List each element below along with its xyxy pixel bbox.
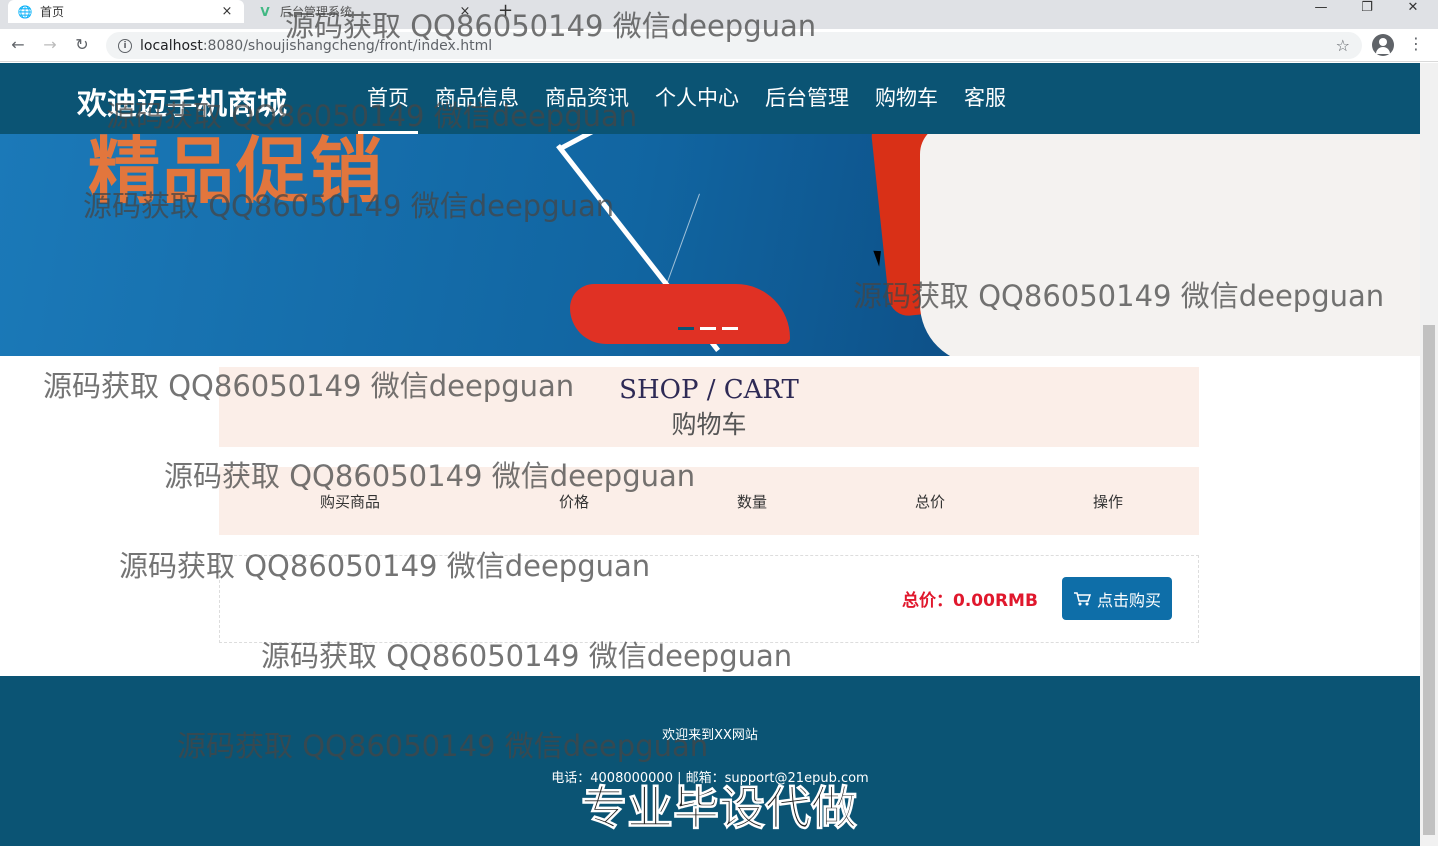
tab-title: 首页 bbox=[40, 5, 65, 19]
cart-table-header: 购买商品 价格 数量 总价 操作 bbox=[219, 467, 1199, 535]
browser-toolbar: ← → ↻ i localhost:8080/shoujishangcheng/… bbox=[0, 29, 1438, 62]
promo-banner[interactable]: 精品促销 bbox=[0, 134, 1420, 356]
carousel-dot[interactable] bbox=[722, 327, 738, 330]
nav-news[interactable]: 商品资讯 bbox=[532, 63, 642, 134]
carousel-indicators bbox=[678, 327, 738, 330]
info-icon[interactable]: i bbox=[118, 38, 132, 53]
url-host: localhost bbox=[140, 37, 203, 54]
cart-total: 总价：0.00RMB bbox=[902, 591, 1038, 611]
close-tab-icon[interactable]: × bbox=[458, 4, 472, 19]
nav-admin[interactable]: 后台管理 bbox=[752, 63, 862, 134]
cart-title-en: SHOP / CART bbox=[619, 375, 799, 405]
nav-service[interactable]: 客服 bbox=[951, 63, 1019, 134]
cart-table-body: 总价：0.00RMB 点击购买 bbox=[219, 555, 1199, 643]
back-arrow-icon[interactable]: ← bbox=[6, 34, 30, 56]
new-tab-button[interactable]: + bbox=[498, 0, 513, 21]
carousel-dot[interactable] bbox=[700, 327, 716, 330]
footer-welcome: 欢迎来到XX网站 bbox=[662, 728, 758, 743]
bookmark-star-icon[interactable]: ☆ bbox=[1336, 36, 1350, 55]
nav-profile[interactable]: 个人中心 bbox=[642, 63, 752, 134]
tab-title: 后台管理系统 bbox=[280, 5, 353, 19]
col-actions: 操作 bbox=[1093, 493, 1124, 511]
bottom-slogan: 专业毕设代做 bbox=[581, 781, 858, 836]
minimize-button[interactable]: — bbox=[1298, 0, 1344, 18]
address-bar[interactable]: i localhost:8080/shoujishangcheng/front/… bbox=[106, 32, 1362, 59]
buy-button[interactable]: 点击购买 bbox=[1062, 577, 1172, 620]
nav-products[interactable]: 商品信息 bbox=[422, 63, 532, 134]
page-viewport: 欢迪迈手机商城 首页 商品信息 商品资讯 个人中心 后台管理 购物车 客服 精品… bbox=[0, 63, 1420, 846]
promo-text: 精品促销 bbox=[88, 134, 385, 213]
col-price: 价格 bbox=[559, 493, 590, 511]
main-nav: 首页 商品信息 商品资讯 个人中心 后台管理 购物车 客服 bbox=[354, 63, 1019, 134]
carousel-dot[interactable] bbox=[678, 327, 694, 330]
page-scrollbar[interactable] bbox=[1420, 63, 1438, 846]
cart-title-box: SHOP / CART 购物车 bbox=[219, 367, 1199, 447]
cart-title-zh: 购物车 bbox=[671, 410, 747, 439]
menu-dots-icon[interactable]: ⋮ bbox=[1408, 34, 1424, 53]
tab-admin[interactable]: V 后台管理系统 × bbox=[252, 0, 478, 23]
site-header: 欢迪迈手机商城 首页 商品信息 商品资讯 个人中心 后台管理 购物车 客服 bbox=[0, 63, 1420, 134]
vue-logo-icon: V bbox=[260, 4, 270, 19]
col-product: 购买商品 bbox=[320, 493, 381, 511]
reload-icon[interactable]: ↻ bbox=[70, 34, 94, 56]
globe-icon: 🌐 bbox=[17, 4, 33, 19]
cart-icon bbox=[1073, 591, 1091, 605]
restore-button[interactable]: ❐ bbox=[1344, 0, 1390, 18]
col-quantity: 数量 bbox=[737, 493, 768, 511]
url-path: :8080/shoujishangcheng/front/index.html bbox=[202, 37, 493, 54]
scrollbar-thumb[interactable] bbox=[1423, 325, 1435, 835]
close-window-button[interactable]: ✕ bbox=[1390, 0, 1436, 18]
banner-model-shirt bbox=[920, 134, 1420, 356]
banner-shoe bbox=[570, 284, 790, 344]
site-brand[interactable]: 欢迪迈手机商城 bbox=[77, 79, 287, 123]
col-subtotal: 总价 bbox=[915, 493, 946, 511]
nav-cart[interactable]: 购物车 bbox=[862, 63, 951, 134]
profile-avatar-icon[interactable] bbox=[1372, 34, 1394, 56]
buy-button-label: 点击购买 bbox=[1096, 590, 1161, 610]
nav-home[interactable]: 首页 bbox=[354, 63, 422, 134]
close-tab-icon[interactable]: × bbox=[220, 4, 234, 19]
browser-tab-strip: 🌐 首页 × V 后台管理系统 × + — ❐ ✕ bbox=[0, 0, 1438, 29]
tab-home[interactable]: 🌐 首页 × bbox=[8, 0, 244, 23]
forward-arrow-icon[interactable]: → bbox=[38, 34, 62, 56]
